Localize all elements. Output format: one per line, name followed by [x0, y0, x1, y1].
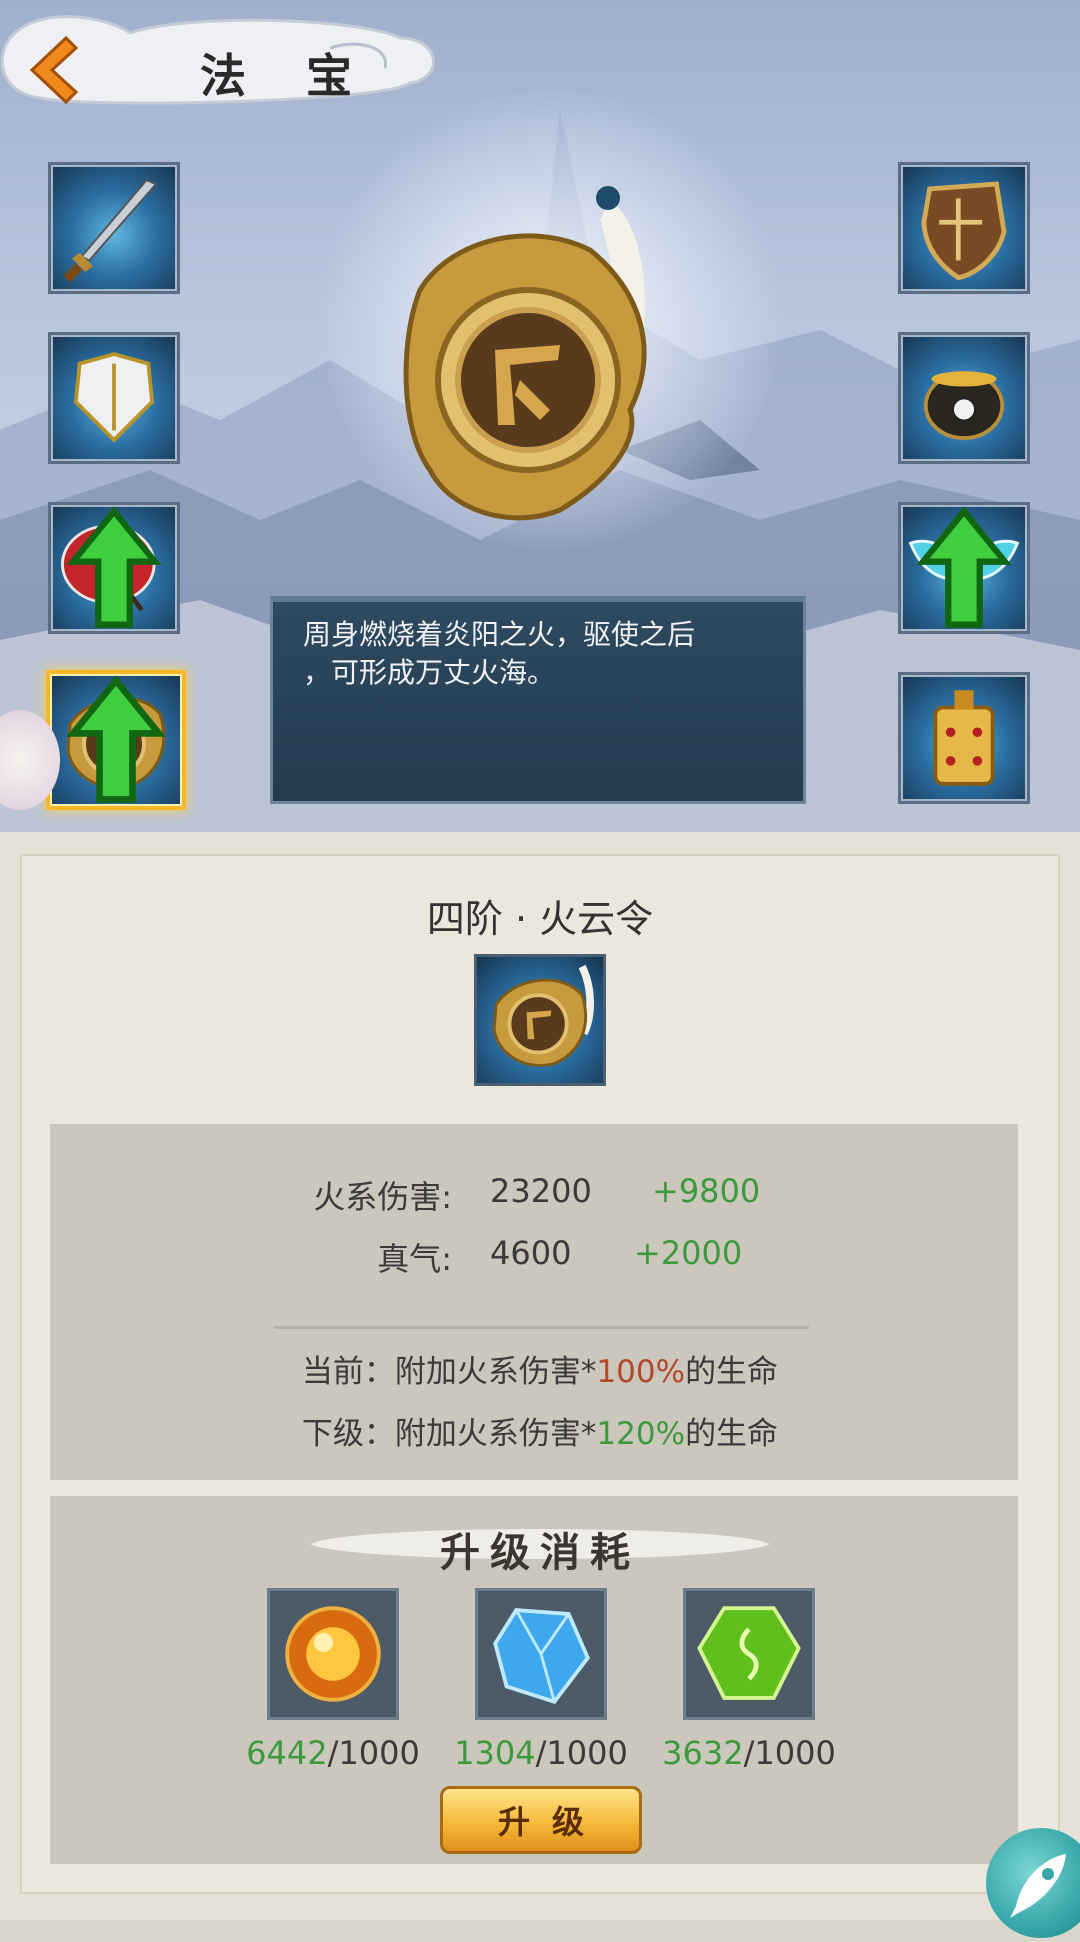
rocket-shortcut-button[interactable]: [986, 1828, 1080, 1938]
stat-bonus: +9800: [652, 1172, 761, 1210]
item-title: 四阶 · 火云令: [426, 897, 654, 941]
back-button[interactable]: [18, 30, 88, 110]
artifact-slot-ribbon[interactable]: [898, 502, 1030, 634]
artifact-slot-huoyunling[interactable]: [46, 670, 186, 810]
effect-next-prefix: 下级：附加火系伤害*: [301, 1416, 597, 1452]
effect-current-suffix: 的生命: [685, 1354, 779, 1390]
armor-icon: [73, 352, 155, 443]
description-line-1: 周身燃烧着炎阳之火，驱使之后: [303, 618, 696, 651]
page-title: 法 宝: [200, 49, 375, 103]
stat-row-zhenqi: 真气: 4600 +2000: [0, 1234, 1080, 1278]
effect-current-percent: 100%: [596, 1354, 686, 1390]
artifact-slot-bell[interactable]: [898, 672, 1030, 804]
stats-divider: [274, 1326, 809, 1329]
artifact-slot-cauldron[interactable]: [898, 332, 1030, 464]
material-slot-green-gem[interactable]: [683, 1588, 815, 1720]
stat-value: 4600: [490, 1234, 572, 1272]
artifact-slot-armor[interactable]: [48, 332, 180, 464]
shield-icon: [921, 181, 1007, 281]
upgrade-button[interactable]: 升级: [440, 1786, 642, 1854]
stat-value: 23200: [490, 1172, 592, 1210]
artifact-slot-shield[interactable]: [898, 162, 1030, 294]
material-have: 1304: [454, 1734, 536, 1772]
material-have: 3632: [662, 1734, 744, 1772]
description-text: 周身燃烧着炎阳之火，驱使之后 ，可形成万丈火海。: [303, 616, 773, 692]
green-gem-icon: [697, 1606, 801, 1700]
material-have: 6442: [246, 1734, 328, 1772]
blue-crystal-icon: [493, 1608, 590, 1704]
artifact-slot-sword[interactable]: [48, 162, 180, 294]
bell-icon: [933, 690, 995, 786]
stat-row-fire-damage: 火系伤害: 23200 +9800: [0, 1172, 1080, 1216]
material-need: /1000: [743, 1734, 836, 1772]
material-slot-fire-orb[interactable]: [267, 1588, 399, 1720]
effect-next-percent: 120%: [596, 1416, 686, 1452]
material-slot-blue-crystal[interactable]: [475, 1588, 607, 1720]
upgrade-arrow-icon: [66, 675, 166, 803]
artifact-scene: 法 宝 周身燃烧着炎阳之火，驱使之后 ，可形成万丈火海。: [0, 0, 1080, 832]
medallion-display-icon: [403, 186, 647, 521]
description-line-2: ，可形成万丈火海。: [303, 656, 556, 689]
material-need: /1000: [535, 1734, 628, 1772]
medallion-icon: [492, 964, 594, 1067]
stat-label: 真气:: [377, 1240, 452, 1278]
upgrade-arrow-icon: [66, 506, 162, 628]
cauldron-icon: [923, 371, 1005, 440]
material-count-green-gem: 3632/1000: [619, 1734, 879, 1772]
effect-current: 当前：附加火系伤害*100%的生命: [0, 1346, 1080, 1391]
effect-current-prefix: 当前：附加火系伤害*: [301, 1354, 597, 1390]
upgrade-arrow-icon: [916, 506, 1012, 628]
sword-icon: [63, 179, 158, 283]
cost-title: 升级消耗: [440, 1529, 640, 1576]
artifact-slot-umbrella[interactable]: [48, 502, 180, 634]
fire-orb-icon: [285, 1606, 381, 1702]
stat-bonus: +2000: [634, 1234, 743, 1272]
description-panel: 周身燃烧着炎阳之火，驱使之后 ，可形成万丈火海。: [270, 596, 806, 804]
chevron-left-icon: [29, 35, 79, 105]
stat-label: 火系伤害:: [313, 1178, 452, 1216]
item-icon-frame: [474, 954, 606, 1086]
material-need: /1000: [327, 1734, 420, 1772]
rocket-icon: [1010, 1854, 1066, 1918]
effect-next-suffix: 的生命: [685, 1416, 779, 1452]
effect-next: 下级：附加火系伤害*120%的生命: [0, 1408, 1080, 1453]
upgrade-button-label: 升级: [497, 1803, 606, 1841]
